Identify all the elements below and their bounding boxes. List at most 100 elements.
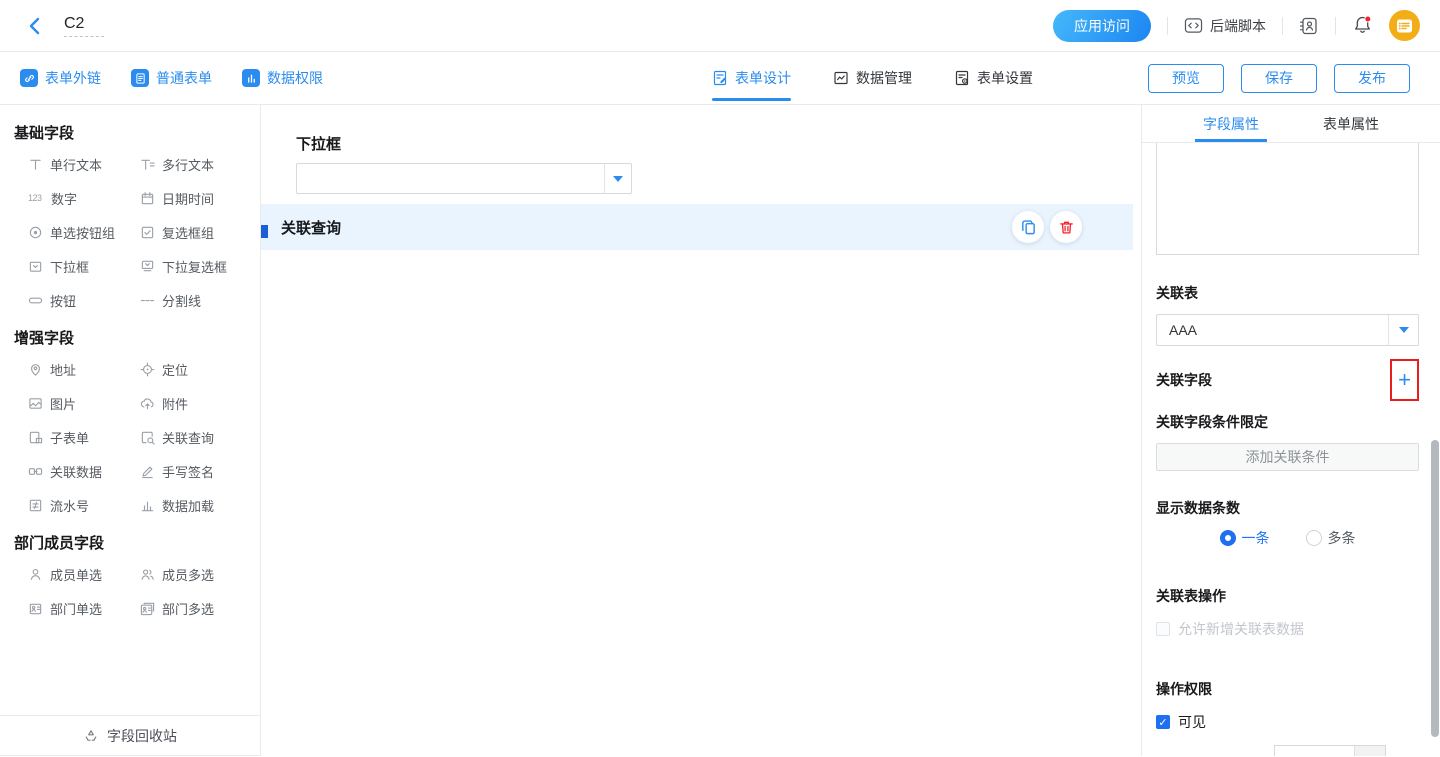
palette-item-number[interactable]: 123 数字 — [28, 190, 140, 206]
dropdown-field-select[interactable] — [296, 163, 632, 194]
section-title-enhanced-fields: 增强字段 — [0, 310, 260, 361]
dropdown-caret-cell[interactable] — [604, 164, 631, 193]
attachment-icon — [140, 396, 155, 411]
palette-item-address[interactable]: 地址 — [28, 361, 140, 377]
dropdown-field-value — [297, 164, 604, 193]
palette-item-dept-multi[interactable]: 部门多选 — [140, 600, 254, 616]
dropdown-icon — [28, 259, 43, 274]
form-external-link-item[interactable]: 表单外链 — [20, 68, 101, 88]
form-settings-icon — [954, 70, 970, 86]
preview-button[interactable]: 预览 — [1148, 64, 1224, 93]
visible-checkbox[interactable]: ✓ 可见 — [1156, 712, 1419, 732]
layout-select-partial[interactable] — [1274, 745, 1386, 756]
backend-script-button[interactable]: 后端脚本 — [1184, 16, 1266, 36]
checkbox-checked-icon: ✓ — [1156, 715, 1170, 729]
radio-option-single[interactable]: 一条 — [1220, 528, 1270, 548]
palette-item-locate[interactable]: 定位 — [140, 361, 254, 377]
radio-option-multiple[interactable]: 多条 — [1306, 528, 1356, 548]
form-canvas[interactable]: 下拉框 关联查询 — [261, 105, 1141, 756]
palette-item-single-line-text[interactable]: 单行文本 — [28, 156, 140, 172]
back-icon[interactable] — [24, 15, 46, 37]
related-table-select[interactable]: AAA — [1156, 314, 1419, 346]
link-icon — [20, 69, 38, 87]
palette-item-related-query[interactable]: 关联查询 — [140, 429, 254, 445]
related-table-caret-cell[interactable] — [1388, 315, 1418, 345]
tab-form-properties[interactable]: 表单属性 — [1317, 105, 1385, 142]
palette-item-datetime[interactable]: 日期时间 — [140, 190, 254, 206]
tab-form-settings[interactable]: 表单设置 — [954, 52, 1033, 104]
plus-icon: + — [1398, 369, 1411, 391]
add-related-field-button[interactable]: + — [1390, 359, 1419, 401]
copy-field-button[interactable] — [1012, 211, 1044, 243]
palette-item-serial-number[interactable]: 流水号 — [28, 497, 140, 513]
palette-item-label: 单行文本 — [50, 155, 102, 174]
title-edit-underline — [64, 36, 104, 37]
delete-field-button[interactable] — [1050, 211, 1082, 243]
description-textarea[interactable] — [1156, 143, 1419, 255]
data-permission-item[interactable]: 数据权限 — [242, 68, 323, 88]
palette-item-button[interactable]: 按钮 — [28, 292, 140, 308]
palette-item-label: 成员单选 — [50, 565, 102, 584]
palette-item-dept-single[interactable]: 部门单选 — [28, 600, 140, 616]
palette-item-divider-line[interactable]: 分割线 — [140, 292, 254, 308]
palette-item-signature[interactable]: 手写签名 — [140, 463, 254, 479]
palette-item-label: 单选按钮组 — [50, 223, 115, 242]
radio-option-multiple-label: 多条 — [1328, 528, 1356, 548]
copy-icon — [1020, 219, 1037, 236]
palette-item-label: 关联数据 — [50, 462, 102, 481]
field-recycle-bin[interactable]: 字段回收站 — [0, 715, 260, 756]
palette-item-radio-group[interactable]: 单选按钮组 — [28, 224, 140, 240]
palette-item-label: 子表单 — [50, 428, 89, 447]
field-palette-sidebar: 基础字段 单行文本 多行文本 123 数字 日期时间 单选按钮组 — [0, 105, 261, 756]
radio-checked-icon — [1220, 530, 1236, 546]
datetime-icon — [140, 191, 155, 206]
divider — [1335, 17, 1336, 35]
add-condition-button[interactable]: 添加关联条件 — [1156, 443, 1419, 471]
tab-form-design[interactable]: 表单设计 — [712, 52, 791, 104]
address-book-icon[interactable] — [1299, 16, 1319, 36]
publish-button[interactable]: 发布 — [1334, 64, 1410, 93]
radio-unchecked-icon — [1306, 530, 1322, 546]
palette-item-label: 图片 — [50, 394, 76, 413]
palette-item-label: 部门多选 — [162, 599, 214, 618]
allow-add-related-data-checkbox[interactable]: 允许新增关联表数据 — [1156, 619, 1419, 639]
palette-item-member-single[interactable]: 成员单选 — [28, 566, 140, 582]
selection-marker — [261, 225, 268, 238]
panel-scrollbar[interactable] — [1431, 440, 1439, 737]
palette-item-data-load[interactable]: 数据加载 — [140, 497, 254, 513]
palette-item-image[interactable]: 图片 — [28, 395, 140, 411]
dept-multi-icon — [140, 601, 155, 616]
number-icon: 123 — [28, 193, 44, 203]
address-icon — [28, 362, 43, 377]
layout-select-value-area — [1275, 746, 1355, 756]
save-button[interactable]: 保存 — [1241, 64, 1317, 93]
tab-data-management[interactable]: 数据管理 — [833, 52, 912, 104]
normal-form-label: 普通表单 — [156, 68, 212, 88]
palette-item-dropdown[interactable]: 下拉框 — [28, 258, 140, 274]
member-single-icon — [28, 567, 43, 582]
palette-item-related-data[interactable]: 关联数据 — [28, 463, 140, 479]
form-title[interactable]: C2 — [64, 15, 104, 37]
selected-field-row[interactable]: 关联查询 — [261, 204, 1133, 250]
palette-item-subform[interactable]: 子表单 — [28, 429, 140, 445]
palette-item-multi-line-text[interactable]: 多行文本 — [140, 156, 254, 172]
palette-item-member-multi[interactable]: 成员多选 — [140, 566, 254, 582]
document-icon — [131, 69, 149, 87]
related-table-ops-label: 关联表操作 — [1156, 586, 1419, 606]
section-title-basic-fields: 基础字段 — [0, 105, 260, 156]
palette-item-checkbox-group[interactable]: 复选框组 — [140, 224, 254, 240]
palette-item-multi-dropdown[interactable]: 下拉复选框 — [140, 258, 254, 274]
dropdown-field-block[interactable]: 下拉框 — [261, 105, 1141, 194]
app-access-button[interactable]: 应用访问 — [1053, 10, 1151, 42]
multi-line-text-icon — [140, 157, 155, 172]
palette-item-label: 定位 — [162, 360, 188, 379]
notification-bell-icon[interactable] — [1352, 15, 1373, 36]
user-avatar[interactable] — [1389, 10, 1420, 41]
tab-form-design-label: 表单设计 — [735, 68, 791, 88]
tab-field-properties[interactable]: 字段属性 — [1197, 105, 1265, 142]
display-count-label: 显示数据条数 — [1156, 498, 1419, 518]
center-tabs: 表单设计 数据管理 表单设置 — [712, 52, 1033, 104]
palette-item-label: 部门单选 — [50, 599, 102, 618]
normal-form-item[interactable]: 普通表单 — [131, 68, 212, 88]
palette-item-attachment[interactable]: 附件 — [140, 395, 254, 411]
